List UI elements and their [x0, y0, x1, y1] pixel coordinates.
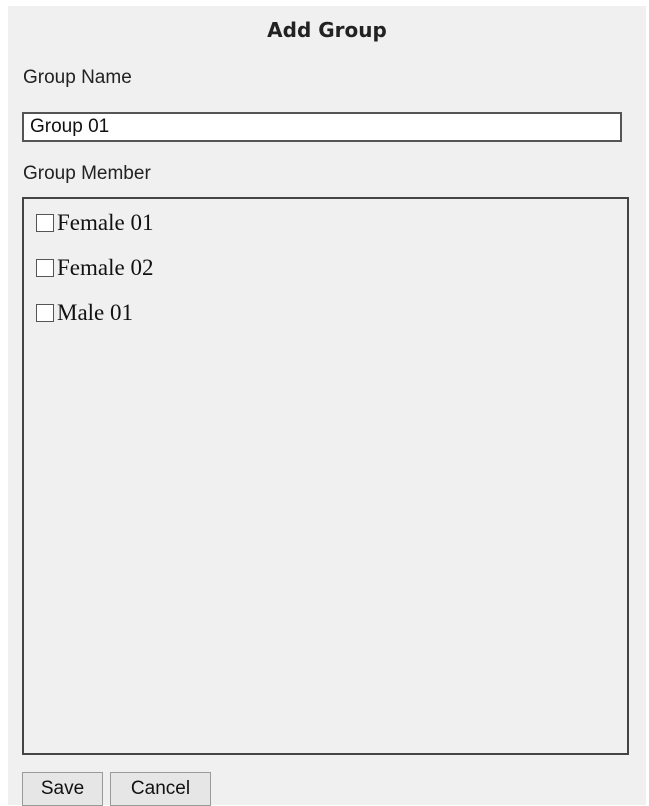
- cancel-button[interactable]: Cancel: [110, 772, 211, 806]
- member-checkbox[interactable]: [36, 214, 54, 232]
- save-button[interactable]: Save: [22, 772, 103, 806]
- dialog-title: Add Group: [267, 18, 387, 42]
- member-label: Female 02: [57, 255, 154, 280]
- member-checkbox[interactable]: [36, 304, 54, 322]
- member-label: Female 01: [57, 210, 154, 235]
- add-group-dialog: Add Group Group Name Group Member Female…: [8, 6, 646, 806]
- group-member-label: Group Member: [23, 163, 151, 184]
- member-item-male-01[interactable]: Male 01: [36, 297, 133, 329]
- member-label: Male 01: [57, 300, 134, 325]
- member-item-female-01[interactable]: Female 01: [36, 207, 153, 239]
- member-checkbox[interactable]: [36, 259, 54, 277]
- group-name-input[interactable]: [22, 112, 622, 142]
- group-member-list[interactable]: Female 01 Female 02 Male 01: [22, 197, 629, 755]
- member-item-female-02[interactable]: Female 02: [36, 252, 153, 284]
- group-name-label: Group Name: [23, 67, 132, 88]
